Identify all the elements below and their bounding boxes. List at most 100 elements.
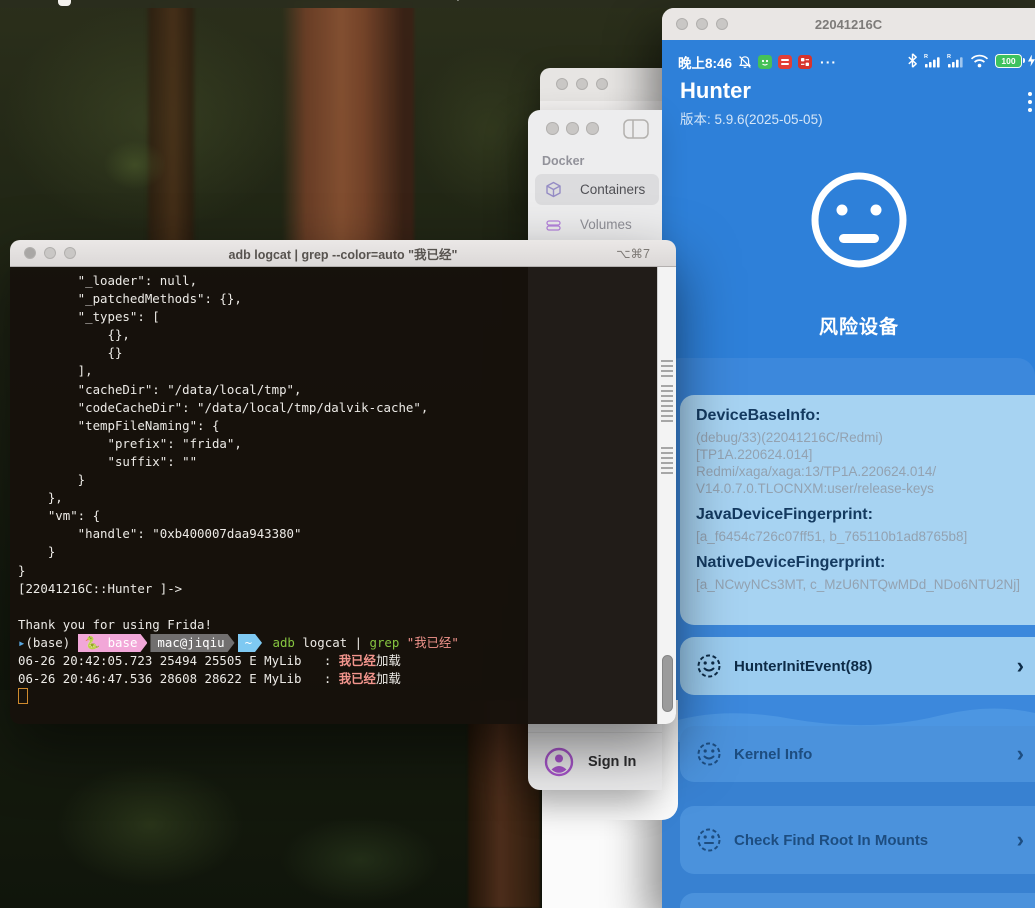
macos-menubar[interactable]: Terminal Shell Edit View Window Help <box>0 0 1035 8</box>
terminal-window[interactable]: adb logcat | grep --color=auto "我已经" ⌥⌘7… <box>10 240 676 724</box>
terminal-titlebar[interactable]: adb logcat | grep --color=auto "我已经" ⌥⌘7 <box>10 240 676 267</box>
signin-avatar-icon <box>544 747 574 777</box>
menubar-menu-help[interactable]: Help <box>436 0 464 1</box>
terminal-output-line: "_loader": null, <box>18 272 652 290</box>
info-section-line: [TP1A.220624.014] <box>696 446 1035 463</box>
terminal-output-line: "_types": [ <box>18 308 652 326</box>
scrollbar-mark <box>661 415 673 417</box>
volumes-drive-icon <box>545 216 571 233</box>
chevron-right-icon: › <box>1017 743 1024 765</box>
terminal-cursor <box>18 688 28 704</box>
terminal-output-line: } <box>18 471 652 489</box>
prompt-venv: (base) <box>25 635 77 650</box>
android-statusbar: 晚上8:46 ··· <box>678 53 1035 71</box>
terminal-output-line: "cacheDir": "/data/local/tmp", <box>18 381 652 399</box>
info-section-line: Redmi/xaga/xaga:13/TP1A.220624.014/ <box>696 463 1035 480</box>
logcat-line: 06-26 20:46:47.536 28608 28622 E MyLib :… <box>18 670 652 688</box>
window-traffic-lights <box>546 122 599 135</box>
sidebar-toggle-icon[interactable] <box>623 119 649 144</box>
info-section-title: JavaDeviceFingerprint: <box>696 506 1035 524</box>
terminal-output-line: "prefix": "frida", <box>18 435 652 453</box>
statusbar-right-icons: R R 100 <box>907 53 1031 68</box>
notification-badge-red <box>778 55 792 69</box>
window-traffic-lights <box>556 78 608 90</box>
wallpaper-tree-trunk <box>282 0 414 254</box>
terminal-output-line: "vm": { <box>18 507 652 525</box>
signal-bars-icon: R <box>924 53 941 68</box>
android-mirror-window[interactable]: 22041216C 晚上8:46 ··· <box>662 8 1035 908</box>
prompt-path-segment: ~ <box>238 634 262 652</box>
terminal-output[interactable]: "_loader": null, "_patchedMethods": {}, … <box>10 267 676 724</box>
docker-nav-label: Volumes <box>580 217 632 232</box>
close-button[interactable] <box>556 78 568 90</box>
menubar-menu-view[interactable]: View <box>305 0 334 1</box>
signal-bars-icon: R <box>947 53 964 68</box>
info-section-line: (debug/33)(22041216C/Redmi) <box>696 429 1035 446</box>
android-window-titlebar[interactable]: 22041216C <box>662 8 1035 41</box>
scrollbar-mark <box>661 447 673 449</box>
chevron-right-icon: › <box>1017 655 1024 677</box>
terminal-output-line <box>18 598 652 616</box>
smiley-face-icon <box>696 653 722 679</box>
prompt-conda-segment: 🐍 base <box>78 634 148 652</box>
docker-nav-volumes[interactable]: Volumes <box>535 209 659 240</box>
statusbar-time: 晚上8:46 <box>678 52 732 72</box>
zoom-button[interactable] <box>586 122 599 135</box>
menubar-items: Terminal Shell Edit View Window Help <box>118 0 464 1</box>
terminal-shortcut-badge: ⌥⌘7 <box>616 246 650 261</box>
neutral-face-icon <box>696 827 722 853</box>
scrollbar-mark <box>661 360 673 362</box>
docker-sidebar-heading: Docker <box>542 154 584 168</box>
scrollbar-mark <box>661 457 673 459</box>
scrollbar-mark <box>661 390 673 392</box>
info-section-title: DeviceBaseInfo: <box>696 407 1035 425</box>
android-list-item[interactable]: HunterInitEvent(88) › <box>680 637 1035 695</box>
notification-badge-green <box>758 55 772 69</box>
android-list-item[interactable]: Check Find Root In Mounts› <box>680 806 1035 874</box>
docker-nav-containers[interactable]: Containers <box>535 174 659 205</box>
docker-signin[interactable]: Sign In <box>528 732 662 791</box>
menubar-menu-edit[interactable]: Edit <box>254 0 279 1</box>
battery-indicator: 100 <box>995 54 1022 68</box>
prompt-command-token: adb <box>273 635 295 650</box>
terminal-output-line: "codeCacheDir": "/data/local/tmp/dalvik-… <box>18 399 652 417</box>
zoom-button[interactable] <box>596 78 608 90</box>
android-window-title: 22041216C <box>662 17 1035 32</box>
minimize-button[interactable] <box>566 122 579 135</box>
scrollbar-mark <box>661 405 673 407</box>
list-item-label: HunterInitEvent(88) <box>734 658 872 675</box>
notification-badge-red <box>798 55 812 69</box>
android-list-item-partial[interactable] <box>680 893 1035 908</box>
svg-text:R: R <box>947 54 951 60</box>
wallpaper-light-patch <box>90 130 180 200</box>
menubar-menu-window[interactable]: Window <box>360 0 410 1</box>
scrollbar-mark <box>661 370 673 372</box>
menubar-menu-shell[interactable]: Shell <box>197 0 228 1</box>
apple-logo-icon[interactable] <box>58 0 71 6</box>
list-item-label: Check Find Root In Mounts <box>734 832 928 849</box>
scrollbar-thumb[interactable] <box>662 655 673 712</box>
risk-device-label: 风险设备 <box>692 312 1026 339</box>
statusbar-more-indicator: ··· <box>820 54 837 70</box>
signin-button[interactable]: Sign In <box>588 754 636 770</box>
terminal-prompt-line: ▸(base) 🐍 basemac@jiqiu~ adb logcat | gr… <box>18 634 652 652</box>
prompt-command-token: "我已经" <box>399 635 459 650</box>
scrollbar-mark <box>661 395 673 397</box>
scrollbar-mark <box>661 385 673 387</box>
kebab-menu-icon[interactable] <box>1028 92 1032 112</box>
prompt-command-token: | <box>355 635 370 650</box>
list-item-label: Kernel Info <box>734 746 812 763</box>
bluetooth-icon <box>907 53 918 68</box>
bell-muted-icon <box>738 55 752 69</box>
android-list-item[interactable]: Kernel Info › <box>680 726 1035 782</box>
terminal-scrollbar[interactable] <box>657 267 676 724</box>
menubar-menu-terminal[interactable]: Terminal <box>118 0 171 1</box>
prompt-host-segment: mac@jiqiu <box>150 634 234 652</box>
scrollbar-mark <box>661 467 673 469</box>
scrollbar-mark <box>661 452 673 454</box>
android-screen[interactable]: 晚上8:46 ··· <box>662 40 1035 908</box>
wifi-icon <box>970 54 989 68</box>
close-button[interactable] <box>546 122 559 135</box>
scrollbar-mark <box>661 472 673 474</box>
minimize-button[interactable] <box>576 78 588 90</box>
